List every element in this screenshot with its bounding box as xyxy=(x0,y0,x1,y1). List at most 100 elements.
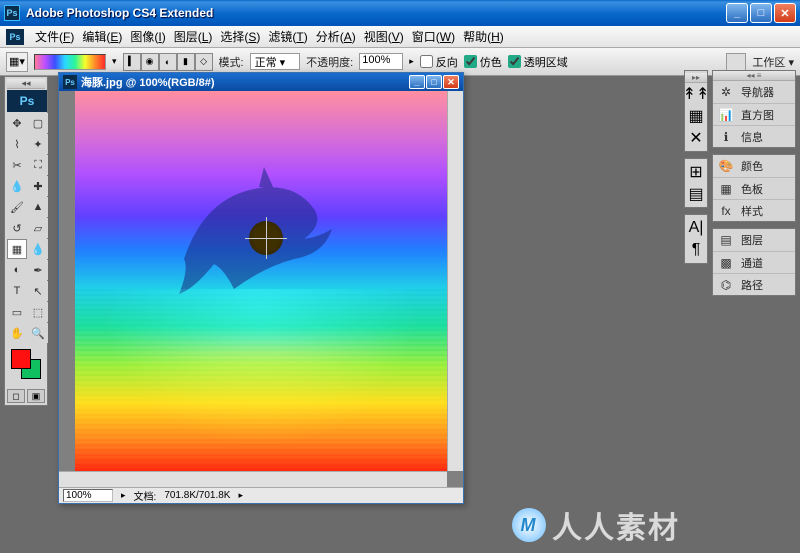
path-tool[interactable]: ↖ xyxy=(28,281,48,301)
history-brush-tool[interactable]: ↺ xyxy=(7,218,27,238)
channels-icon: ▩ xyxy=(717,255,735,271)
gradient-angle-button[interactable]: ◐ xyxy=(159,53,177,71)
swatches-icon: ▦ xyxy=(717,181,735,197)
menu-e[interactable]: 编辑(E) xyxy=(79,26,125,47)
workspace: ◂◂ Ps ✥ ▢ ⌇ ✦ ✂ ⛶ 💧 ✚ 🖌 ▲ ↺ ▱ ▦ 💧 ◐ ✒ T … xyxy=(0,76,800,553)
workspace-label[interactable]: 工作区 ▾ xyxy=(752,54,794,70)
move-tool[interactable]: ✥ xyxy=(7,113,27,133)
gradient-cursor-icon xyxy=(249,221,283,255)
screenmode-button[interactable]: ▣ xyxy=(27,389,45,403)
menu-w[interactable]: 窗口(W) xyxy=(409,26,458,47)
menu-a[interactable]: 分析(A) xyxy=(313,26,359,47)
window-controls: _ □ ✕ xyxy=(726,3,796,23)
foreground-color[interactable] xyxy=(11,349,31,369)
marquee-tool[interactable]: ▢ xyxy=(28,113,48,133)
document-statusbar: ▸ 文档: 701.8K/701.8K ▸ xyxy=(59,487,463,503)
doc-maximize-button[interactable]: □ xyxy=(426,75,442,89)
gradient-preview[interactable] xyxy=(34,54,106,70)
pen-tool[interactable]: ✒ xyxy=(28,260,48,280)
gradient-reflected-button[interactable]: ▮ xyxy=(177,53,195,71)
icon-col-header[interactable]: ▸▸ xyxy=(685,73,707,83)
gradient-diamond-button[interactable]: ◇ xyxy=(195,53,213,71)
lasso-tool[interactable]: ⌇ xyxy=(7,134,27,154)
menu-h[interactable]: 帮助(H) xyxy=(460,26,507,47)
info-icon: ℹ xyxy=(717,129,735,145)
heal-tool[interactable]: ✚ xyxy=(28,176,48,196)
wand-tool[interactable]: ✦ xyxy=(28,134,48,154)
panel-collapse[interactable]: ◂◂ ≡ xyxy=(713,71,795,81)
toolbox-header[interactable]: ◂◂ xyxy=(7,79,45,89)
dither-checkbox[interactable]: 仿色 xyxy=(464,54,502,70)
watermark: M 人人素材 xyxy=(512,503,680,547)
doc-size-label: 文档: xyxy=(134,488,157,503)
character-icon[interactable]: ⊞ xyxy=(686,161,706,183)
blur-tool[interactable]: 💧 xyxy=(28,239,48,259)
tool-presets-icon[interactable]: ✕ xyxy=(686,127,706,149)
doc-size-value: 701.8K/701.8K xyxy=(164,490,230,501)
menu-i[interactable]: 图像(I) xyxy=(127,26,168,47)
opacity-input[interactable]: 100% xyxy=(359,53,403,70)
type-panel-icon[interactable]: A| xyxy=(686,217,706,239)
dodge-tool[interactable]: ◐ xyxy=(7,260,27,280)
menu-v[interactable]: 视图(V) xyxy=(361,26,407,47)
vertical-scrollbar[interactable] xyxy=(447,91,463,471)
menu-f[interactable]: 文件(F) xyxy=(32,26,77,47)
window-titlebar: Ps Adobe Photoshop CS4 Extended _ □ ✕ xyxy=(0,0,800,26)
shape-tool[interactable]: ▭ xyxy=(7,302,27,322)
panel-layers[interactable]: ▤图层 xyxy=(713,229,795,251)
panel-icon-column: ▸▸ ↟↟ ▦ ✕ ⊞ ▤ A| ¶ xyxy=(684,70,708,270)
quickmask-button[interactable]: ◻ xyxy=(7,389,25,403)
stamp-tool[interactable]: ▲ xyxy=(28,197,48,217)
panel-info[interactable]: ℹ信息 xyxy=(713,125,795,147)
menu-t[interactable]: 滤镜(T) xyxy=(265,26,310,47)
hand-tool[interactable]: ✋ xyxy=(7,323,27,343)
brush-tool[interactable]: 🖌 xyxy=(7,197,27,217)
color-icon: 🎨 xyxy=(717,158,735,174)
3d-tool[interactable]: ⬚ xyxy=(28,302,48,322)
gradient-linear-button[interactable]: ▍ xyxy=(123,53,141,71)
menu-l[interactable]: 图层(L) xyxy=(171,26,216,47)
histogram-icon: 📊 xyxy=(717,107,735,123)
app-icon: Ps xyxy=(4,5,20,21)
panel-color[interactable]: 🎨颜色 xyxy=(713,155,795,177)
transparency-checkbox[interactable]: 透明区域 xyxy=(508,54,568,70)
water-texture xyxy=(75,289,447,471)
paragraph-panel-icon[interactable]: ¶ xyxy=(686,239,706,261)
panel-swatches[interactable]: ▦色板 xyxy=(713,177,795,199)
crop-tool[interactable]: ✂ xyxy=(7,155,27,175)
ps-badge-icon[interactable]: Ps xyxy=(6,29,24,45)
panel-paths[interactable]: ⌬路径 xyxy=(713,273,795,295)
panel-histogram[interactable]: 📊直方图 xyxy=(713,103,795,125)
panel-styles[interactable]: fx样式 xyxy=(713,199,795,221)
type-tool[interactable]: T xyxy=(7,281,27,301)
paragraph-icon[interactable]: ▤ xyxy=(686,183,706,205)
mode-select[interactable]: 正常 ▾ xyxy=(250,53,301,70)
doc-close-button[interactable]: ✕ xyxy=(443,75,459,89)
zoom-input[interactable] xyxy=(63,489,113,502)
doc-minimize-button[interactable]: _ xyxy=(409,75,425,89)
screen-mode-icon[interactable] xyxy=(726,53,746,71)
document-window: Ps 海豚.jpg @ 100%(RGB/8#) _ □ ✕ ▸ 文档: xyxy=(58,72,464,504)
eraser-tool[interactable]: ▱ xyxy=(28,218,48,238)
gradient-radial-button[interactable]: ◉ xyxy=(141,53,159,71)
maximize-button[interactable]: □ xyxy=(750,3,772,23)
toolbox: ◂◂ Ps ✥ ▢ ⌇ ✦ ✂ ⛶ 💧 ✚ 🖌 ▲ ↺ ▱ ▦ 💧 ◐ ✒ T … xyxy=(4,76,48,406)
brush-preset-icon[interactable]: ↟↟ xyxy=(686,83,706,105)
zoom-tool[interactable]: 🔍 xyxy=(28,323,48,343)
panel-channels[interactable]: ▩通道 xyxy=(713,251,795,273)
menu-s[interactable]: 选择(S) xyxy=(217,26,263,47)
eyedropper-tool[interactable]: 💧 xyxy=(7,176,27,196)
document-titlebar[interactable]: Ps 海豚.jpg @ 100%(RGB/8#) _ □ ✕ xyxy=(59,73,463,91)
clone-source-icon[interactable]: ▦ xyxy=(686,105,706,127)
gradient-tool[interactable]: ▦ xyxy=(7,239,27,259)
tool-preset-icon[interactable]: ▦▾ xyxy=(6,52,28,72)
reverse-checkbox[interactable]: 反向 xyxy=(420,54,458,70)
minimize-button[interactable]: _ xyxy=(726,3,748,23)
opacity-label: 不透明度: xyxy=(306,54,353,70)
panel-navigator[interactable]: ✲导航器 xyxy=(713,81,795,103)
horizontal-scrollbar[interactable] xyxy=(59,471,447,487)
slice-tool[interactable]: ⛶ xyxy=(28,155,48,175)
canvas[interactable] xyxy=(75,91,447,471)
close-button[interactable]: ✕ xyxy=(774,3,796,23)
document-icon: Ps xyxy=(63,75,77,89)
